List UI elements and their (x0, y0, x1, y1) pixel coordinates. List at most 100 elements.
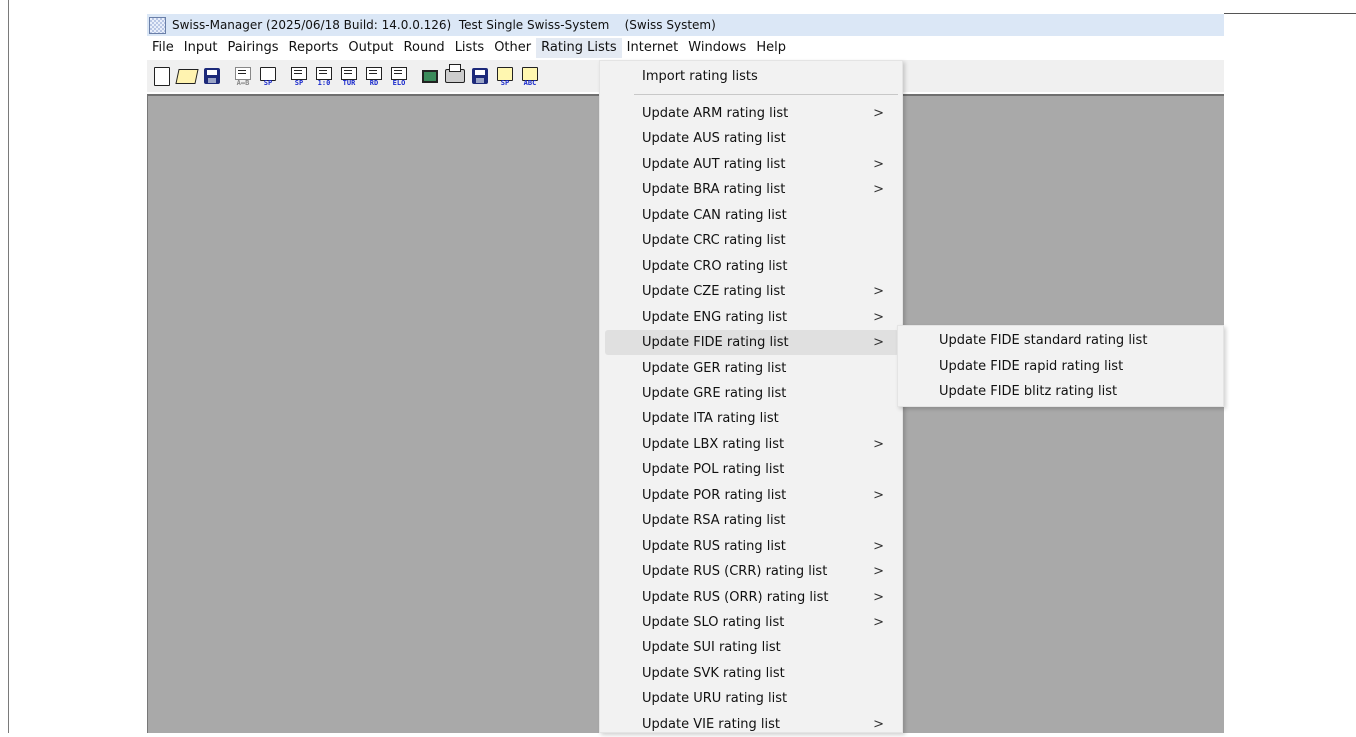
menu-item-label: Update ITA rating list (642, 411, 779, 427)
menu-item-label: Update POR rating list (642, 487, 787, 503)
menu-reports[interactable]: Reports (284, 38, 344, 58)
icon-caption: TUR (342, 79, 356, 87)
menu-internet[interactable]: Internet (622, 38, 684, 58)
menu-file[interactable]: File (147, 38, 179, 58)
icon-caption: ABC (523, 79, 537, 87)
open-folder-icon[interactable] (175, 65, 199, 87)
table-rd-icon[interactable]: RD (363, 65, 385, 87)
icon-caption: SP (500, 79, 510, 87)
app-icon (149, 16, 166, 34)
submenu-arrow-icon: > (873, 335, 884, 351)
import-rating-lists-item[interactable]: Import rating lists (605, 64, 899, 89)
menu-item-label: Update CRC rating list (642, 233, 786, 249)
new-document-icon[interactable] (151, 65, 173, 87)
update-vie-rating-list-item[interactable]: Update VIE rating list > (605, 712, 899, 737)
menu-output[interactable]: Output (343, 38, 398, 58)
submenu-arrow-icon: > (873, 156, 884, 172)
submenu-arrow-icon: > (873, 284, 884, 300)
menu-item-label: Update SLO rating list (642, 615, 785, 630)
update-por-rating-list-item[interactable]: Update POR rating list > (605, 483, 899, 508)
menu-item-label: Update BRA rating list (642, 182, 786, 198)
update-rus-orr-rating-list-item[interactable]: Update RUS (ORR) rating list > (605, 585, 899, 610)
menu-bar: File Input Pairings Reports Output Round… (147, 37, 1224, 59)
menu-windows[interactable]: Windows (683, 38, 751, 58)
title-bar: Swiss-Manager (2025/06/18 Build: 14.0.0.… (147, 14, 1224, 36)
icon-caption: 1:0 (317, 79, 331, 87)
icon-caption: SP (294, 79, 304, 87)
update-aut-rating-list-item[interactable]: Update AUT rating list > (605, 152, 899, 177)
table-a-b-icon[interactable]: A↔B (232, 65, 254, 87)
menu-item-label: Update POL rating list (642, 462, 785, 478)
update-arm-rating-list-item[interactable]: Update ARM rating list > (605, 101, 899, 126)
update-rus-crr-rating-list-item[interactable]: Update RUS (CRR) rating list > (605, 559, 899, 584)
update-slo-rating-list-item[interactable]: Update SLO rating list > (605, 610, 899, 635)
update-fide-rapid-item[interactable]: Update FIDE rapid rating list (903, 354, 1219, 379)
menu-round[interactable]: Round (399, 38, 450, 58)
table-elo-icon[interactable]: ELO (388, 65, 410, 87)
update-rsa-rating-list-item[interactable]: Update RSA rating list (605, 508, 899, 533)
update-sui-rating-list-item[interactable]: Update SUI rating list (605, 635, 899, 660)
update-fide-standard-item[interactable]: Update FIDE standard rating list (903, 328, 1219, 353)
update-cro-rating-list-item[interactable]: Update CRO rating list (605, 254, 899, 279)
save-disk-icon[interactable] (469, 65, 491, 87)
menu-item-label: Update AUS rating list (642, 131, 786, 147)
menu-pairings[interactable]: Pairings (222, 38, 283, 58)
submenu-arrow-icon: > (873, 487, 884, 503)
menu-input[interactable]: Input (179, 38, 223, 58)
update-svk-rating-list-item[interactable]: Update SVK rating list (605, 661, 899, 686)
menu-item-label: Update RUS rating list (642, 538, 786, 554)
update-eng-rating-list-item[interactable]: Update ENG rating list > (605, 305, 899, 330)
submenu-arrow-icon: > (873, 309, 884, 325)
update-rus-rating-list-item[interactable]: Update RUS rating list > (605, 534, 899, 559)
update-pol-rating-list-item[interactable]: Update POL rating list (605, 457, 899, 482)
save-icon[interactable] (201, 65, 223, 87)
monitor-icon[interactable] (419, 65, 441, 87)
table-1-0-icon[interactable]: 1:0 (313, 65, 335, 87)
document-sp-icon[interactable]: SP (257, 65, 279, 87)
menu-help[interactable]: Help (751, 38, 791, 58)
menu-item-label: Update CZE rating list (642, 284, 786, 300)
outer-window-border (8, 0, 9, 733)
menu-item-label: Update VIE rating list (642, 716, 781, 732)
rating-lists-dropdown: Import rating lists Update ARM rating li… (599, 60, 903, 733)
printer-icon[interactable] (444, 64, 466, 87)
menu-rating-lists[interactable]: Rating Lists (536, 38, 622, 58)
submenu-arrow-icon: > (873, 538, 884, 554)
document-abc-sort-icon[interactable]: ABC (519, 65, 541, 87)
menu-separator (634, 94, 898, 95)
icon-caption: RD (369, 79, 379, 87)
submenu-arrow-icon: > (873, 182, 884, 198)
update-ger-rating-list-item[interactable]: Update GER rating list (605, 356, 899, 381)
update-gre-rating-list-item[interactable]: Update GRE rating list (605, 381, 899, 406)
menu-item-label: Update FIDE rating list (642, 335, 789, 351)
icon-caption: ELO (392, 79, 406, 87)
menu-lists[interactable]: Lists (450, 38, 490, 58)
update-fide-rating-list-item[interactable]: Update FIDE rating list > (605, 330, 899, 356)
menu-item-label: Update SUI rating list (642, 640, 781, 656)
submenu-arrow-icon: > (873, 106, 884, 121)
menu-item-label: Import rating lists (642, 69, 758, 84)
update-crc-rating-list-item[interactable]: Update CRC rating list (605, 228, 899, 253)
table-tur-icon[interactable]: TUR (338, 65, 360, 87)
menu-other[interactable]: Other (489, 38, 536, 58)
update-ita-rating-list-item[interactable]: Update ITA rating list (605, 406, 899, 431)
update-aus-rating-list-item[interactable]: Update AUS rating list (605, 126, 899, 151)
menu-item-label: Update ENG rating list (642, 309, 788, 325)
menu-item-label: Update LBX rating list (642, 436, 785, 452)
update-can-rating-list-item[interactable]: Update CAN rating list (605, 203, 899, 228)
menu-item-label: Update GER rating list (642, 360, 787, 376)
update-uru-rating-list-item[interactable]: Update URU rating list (605, 686, 899, 711)
menu-item-label: Update FIDE rapid rating list (939, 359, 1124, 374)
menu-item-label: Update FIDE blitz rating list (939, 384, 1118, 399)
update-cze-rating-list-item[interactable]: Update CZE rating list > (605, 279, 899, 304)
update-fide-blitz-item[interactable]: Update FIDE blitz rating list (903, 379, 1219, 404)
table-sp-icon[interactable]: SP (288, 65, 310, 87)
menu-item-label: Update URU rating list (642, 691, 788, 707)
menu-item-label: Update CRO rating list (642, 258, 788, 274)
icon-caption: A↔B (236, 79, 250, 87)
document-sp-export-icon[interactable]: SP (494, 65, 516, 87)
update-lbx-rating-list-item[interactable]: Update LBX rating list > (605, 432, 899, 457)
menu-item-label: Update SVK rating list (642, 665, 785, 681)
submenu-arrow-icon: > (873, 589, 884, 605)
update-bra-rating-list-item[interactable]: Update BRA rating list > (605, 177, 899, 202)
